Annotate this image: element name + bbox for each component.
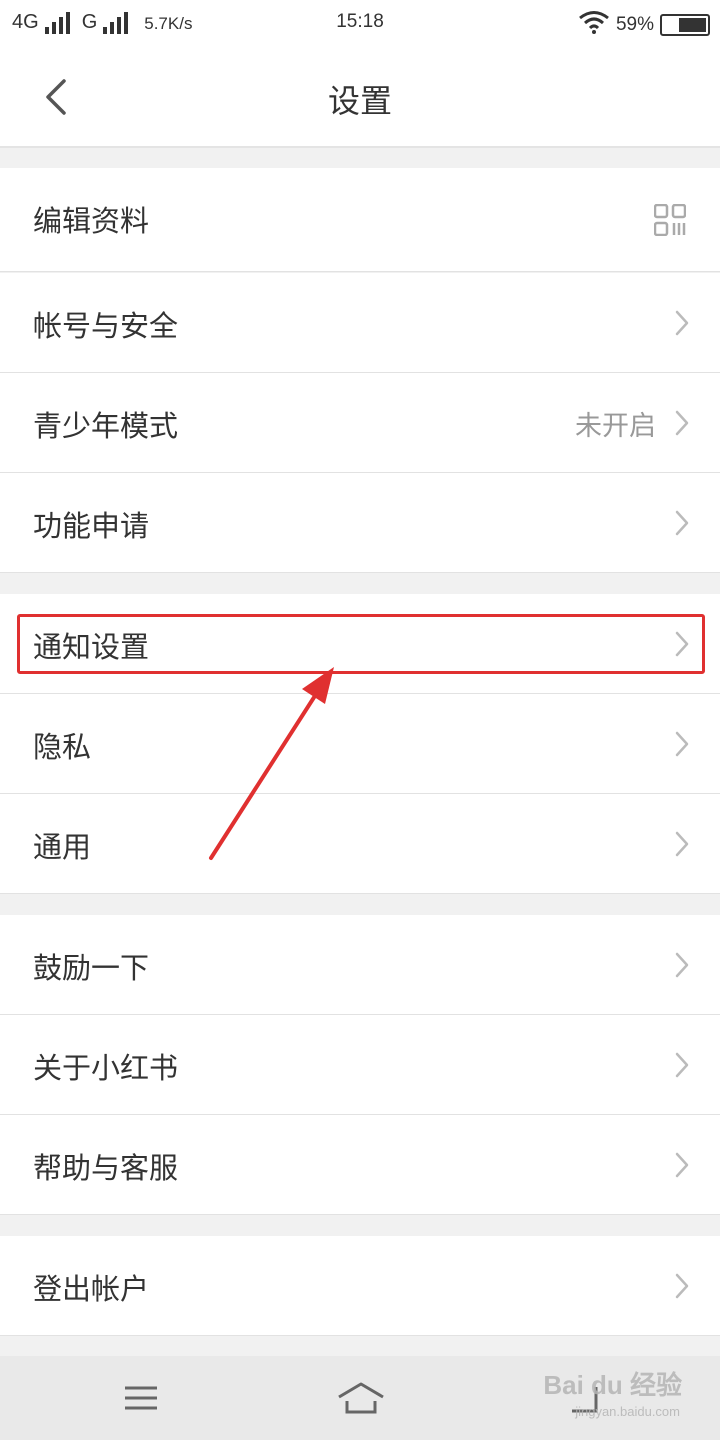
home-button[interactable] [334, 1374, 388, 1422]
menu-button[interactable] [118, 1374, 164, 1422]
home-icon [338, 1382, 384, 1414]
annotation-arrow [209, 667, 334, 860]
menu-icon [125, 1386, 157, 1410]
watermark-url: jingyan.baidu.com [575, 1404, 680, 1419]
watermark: Bai du 经验 [543, 1370, 682, 1400]
